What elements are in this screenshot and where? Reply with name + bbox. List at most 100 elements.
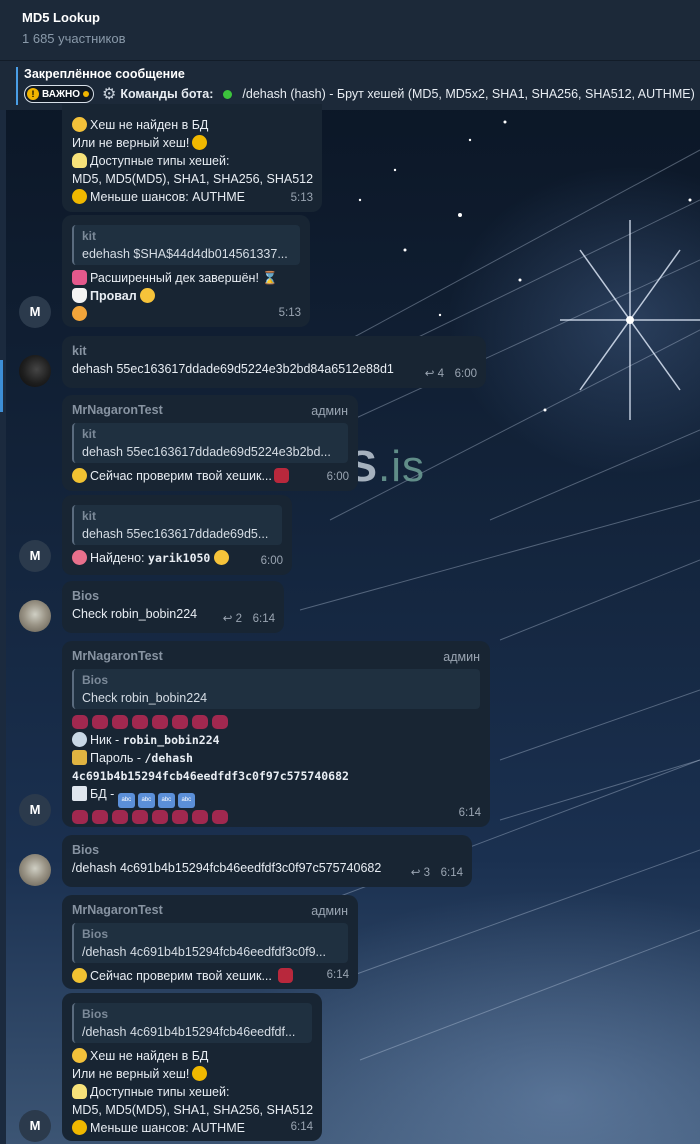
folder-strip [0,110,6,1144]
grapes-icon [72,715,88,729]
admin-badge: админ [311,904,348,918]
magnifier-icon [72,732,87,747]
message-time: 6:14 [252,613,275,625]
grapes-icon [92,810,108,824]
pinned-accent-bar [16,67,18,105]
message-line: Или не верный хеш! [72,1065,312,1083]
message-bubble[interactable]: kit dehash 55ec163617ddade69d5224e3b2bd8… [62,336,486,388]
sender-name[interactable]: MrNagaronTest [72,901,348,919]
abc-icon: abc [117,793,135,808]
message-bubble[interactable]: Bios Check robin_bobin224 ↩ 2 6:14 [62,581,284,633]
grapes-icon [212,715,228,729]
message-text: dehash 55ec163617ddade69d5224e3b2bd84a65… [72,362,394,376]
sender-name[interactable]: MrNagaronTest [72,401,348,419]
hearts-face-icon [72,306,87,321]
badge-label: ВАЖНО [42,88,80,100]
reply-count[interactable]: ↩ 3 [411,864,430,882]
grapes-icon [192,810,208,824]
reply-quote[interactable]: kit dehash 55ec163617ddade69d5... [72,505,282,545]
pinned-content: ! ВАЖНО ⚙ Команды бота: /dehash (hash) - … [24,84,700,104]
sender-name[interactable]: MrNagaronTest [72,647,480,665]
avatar[interactable]: M [19,1110,51,1142]
message-bubble[interactable]: Bios /dehash 4c691b4b15294fcb46eedfdf3c0… [62,835,472,887]
confused-face-icon [72,189,87,204]
grapes-icon [212,810,228,824]
message-bubble[interactable]: kit dehash 55ec163617ddade69d5... Найден… [62,495,292,575]
message-bubble[interactable]: MrNagaronTest админ Bios /dehash 4c691b4… [62,895,358,989]
confused-face-icon [192,1066,208,1081]
grapes-row [72,713,480,731]
message-line: Ник - robin_bobin224 [72,731,480,749]
reply-arrow-icon: ↩ [424,368,435,380]
avatar[interactable] [19,854,51,886]
message-line: Меньше шансов: AUTHME [72,188,312,206]
dancer-icon [277,968,293,983]
message-time: 6:00 [326,471,349,483]
sender-name[interactable]: Bios [72,587,274,605]
message-bubble[interactable]: MrNagaronTest админ kit dehash 55ec16361… [62,395,358,491]
important-badge: ! ВАЖНО [24,85,94,103]
message-line: Хеш не найден в БД [72,1047,312,1065]
reply-author: kit [82,427,97,441]
message-time: 5:13 [290,192,313,204]
pinned-message-bar[interactable]: Закреплённое сообщение ! ВАЖНО ⚙ Команды … [0,60,700,110]
scroll-marker [0,360,3,412]
grapes-icon [172,715,188,729]
message-time: 6:14 [458,807,481,819]
grapes-icon [192,715,208,729]
reply-author: kit [82,509,97,523]
message-bubble[interactable]: kit edehash $SHA$44d4db014561337... Расш… [62,215,310,327]
avatar[interactable] [19,355,51,387]
reply-author: Bios [82,927,109,941]
sender-name[interactable]: Bios [72,841,462,859]
reply-text: edehash $SHA$44d4db014561337... [82,247,288,261]
reply-author: Bios [82,1007,109,1021]
grapes-icon [132,810,148,824]
confused-face-icon [72,1120,87,1135]
gear-icon: ⚙ [101,86,117,103]
reply-count[interactable]: ↩ 2 [223,610,242,628]
message-line: Доступные типы хешей: [72,1083,312,1101]
bar-chart-icon [72,786,87,801]
reply-text: /dehash 4c691b4b15294fcb46eedfdf... [82,1025,296,1039]
reply-quote[interactable]: Bios /dehash 4c691b4b15294fcb46eedfdf... [72,1003,312,1043]
reply-arrow-icon: ↩ [410,867,421,879]
reply-quote[interactable]: Bios /dehash 4c691b4b15294fcb46eedfdf3c0… [72,923,348,963]
smiling-face-icon [140,288,156,303]
avatar[interactable]: M [19,540,51,572]
message-line: Меньше шансов: AUTHME [72,1119,312,1137]
reply-author: Bios [82,673,109,687]
sender-name[interactable]: kit [72,342,476,360]
chat-header[interactable]: MD5 Lookup 1 685 участников [0,0,700,60]
reply-count[interactable]: ↩ 4 [425,365,444,383]
message-time: 6:00 [260,555,283,567]
abc-icon: abc [137,793,155,808]
message-line: Провал [72,287,300,305]
hourglass-icon: ⌛ [262,271,278,285]
message-text: Check robin_bobin224 [72,607,198,621]
money-mouth-face-icon [72,468,87,483]
abc-icon: abc [177,793,195,808]
message-bubble[interactable]: Хеш не найден в БД Или не верный хеш! До… [62,104,322,212]
avatar[interactable] [19,600,51,632]
message-bubble[interactable]: MrNagaronTest админ Bios Check robin_bob… [62,641,490,827]
message-line: Сейчас проверим твой хешик... [72,967,348,985]
reply-quote[interactable]: Bios Check robin_bobin224 [72,669,480,709]
message-line: Хеш не найден в БД [72,116,312,134]
message-line: Найдено: yarik1050 [72,549,282,567]
avatar[interactable]: M [19,296,51,328]
message-text: /dehash 4c691b4b15294fcb46eedfdf3c0f97c5… [72,861,382,875]
reply-quote[interactable]: kit dehash 55ec163617ddade69d5224e3b2bd.… [72,423,348,463]
tooth-icon [72,288,87,303]
avatar[interactable]: M [19,794,51,826]
reply-quote[interactable]: kit edehash $SHA$44d4db014561337... [72,225,300,265]
message-line [72,305,300,323]
tongue-icon [72,550,87,565]
money-mouth-face-icon [72,968,87,983]
grapes-icon [112,715,128,729]
grapes-icon [152,715,168,729]
message-bubble[interactable]: Bios /dehash 4c691b4b15294fcb46eedfdf...… [62,993,322,1141]
reply-text: dehash 55ec163617ddade69d5224e3b2bd... [82,445,331,459]
grapes-row [72,808,480,826]
message-line: Пароль - /dehash [72,749,480,767]
